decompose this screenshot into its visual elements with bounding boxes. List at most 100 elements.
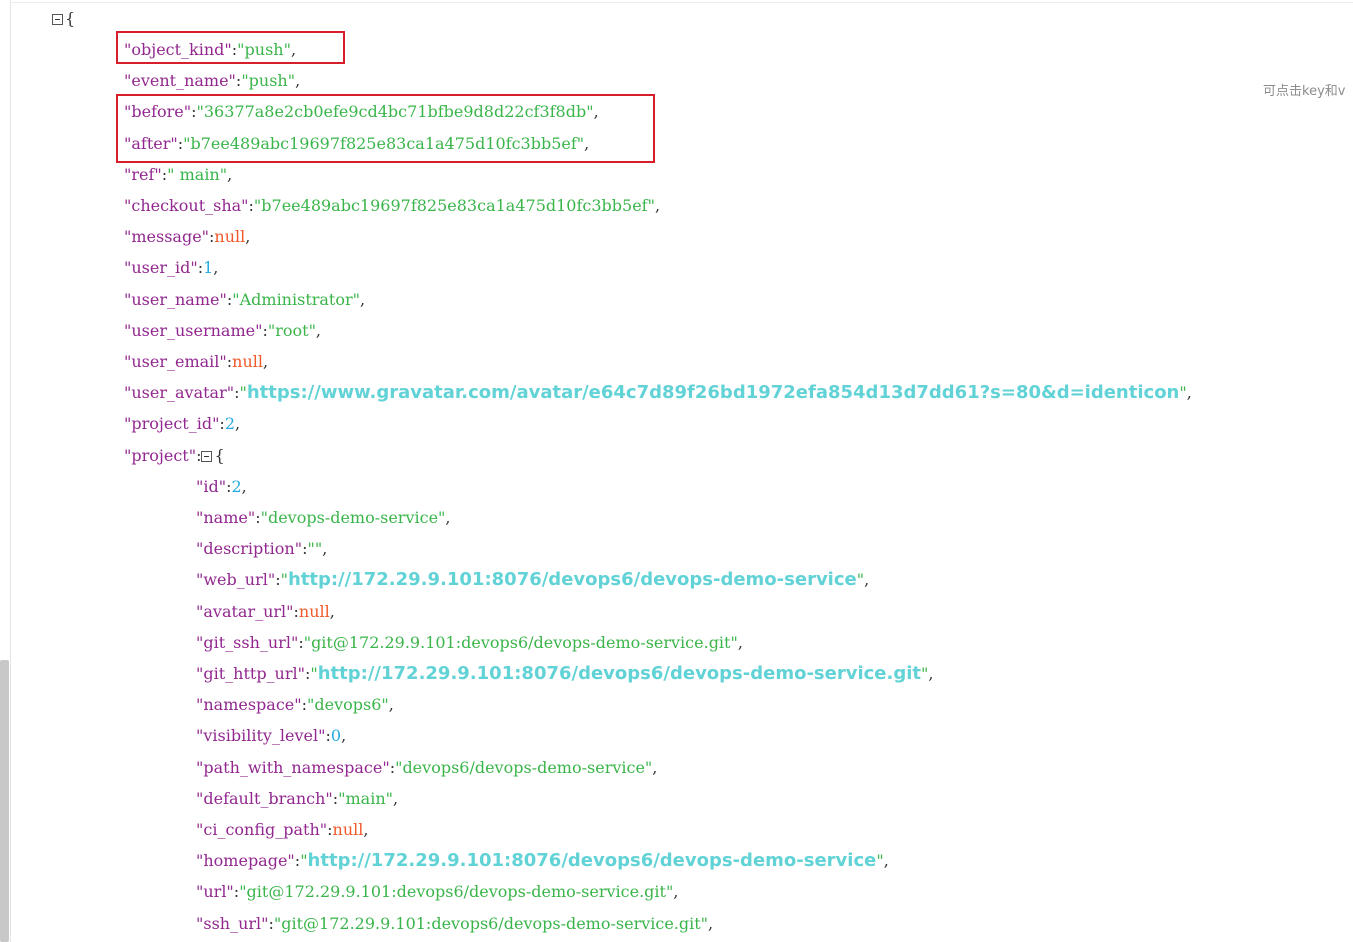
json-key[interactable]: "name" (196, 508, 255, 527)
comma: , (393, 789, 399, 808)
comma: , (263, 352, 269, 371)
json-key[interactable]: "path_with_namespace" (196, 758, 390, 777)
json-key[interactable]: "git_ssh_url" (196, 633, 298, 652)
json-field-line: "default_branch":"main", (196, 787, 398, 811)
json-key[interactable]: "user_email" (124, 352, 227, 371)
json-value[interactable]: 0 (331, 726, 341, 745)
json-key[interactable]: "user_avatar" (124, 383, 234, 402)
json-field-line: "user_name":"Administrator", (124, 288, 365, 312)
comma: , (360, 290, 366, 309)
json-key[interactable]: "ci_config_path" (196, 820, 327, 839)
json-value[interactable]: "devops6" (307, 695, 389, 714)
json-value[interactable]: "git@172.29.9.101:devops6/devops-demo-se… (304, 633, 738, 652)
json-value[interactable]: null (333, 820, 364, 839)
json-value[interactable]: null (214, 227, 245, 246)
comma: , (235, 414, 241, 433)
comma: , (241, 477, 247, 496)
json-value[interactable]: "push" (237, 40, 291, 59)
json-field-line: "user_email":null, (124, 350, 268, 374)
json-value[interactable]: 2 (231, 477, 241, 496)
comma: , (737, 633, 743, 652)
json-key[interactable]: "message" (124, 227, 209, 246)
json-key[interactable]: "web_url" (196, 570, 275, 589)
json-value[interactable]: "devops6/devops-demo-service" (395, 758, 652, 777)
json-key[interactable]: "project_id" (124, 414, 219, 433)
quote: " (310, 664, 318, 683)
json-field-line: "user_id":1, (124, 256, 218, 280)
comma: , (245, 227, 251, 246)
json-key[interactable]: "description" (196, 539, 302, 558)
json-key[interactable]: "project" (124, 446, 196, 465)
json-key[interactable]: "avatar_url" (196, 602, 294, 621)
quote: " (300, 851, 308, 870)
collapse-root-icon[interactable] (52, 14, 63, 25)
json-value[interactable]: "devops-demo-service" (261, 508, 446, 527)
json-key[interactable]: "ref" (124, 165, 162, 184)
comma: , (864, 570, 870, 589)
root-open-brace: { (65, 9, 76, 28)
json-value[interactable]: "git@172.29.9.101:devops6/devops-demo-se… (239, 882, 673, 901)
quote: " (856, 570, 865, 589)
json-key[interactable]: "ssh_url" (196, 914, 269, 933)
json-key[interactable]: "homepage" (196, 851, 295, 870)
json-value[interactable]: "push" (241, 71, 295, 90)
json-key[interactable]: "id" (196, 477, 226, 496)
json-value[interactable]: "" (307, 539, 322, 558)
json-value[interactable]: "main" (338, 789, 393, 808)
json-link-value[interactable]: http://172.29.9.101:8076/devops6/devops-… (318, 663, 921, 684)
json-field-line: "namespace":"devops6", (196, 693, 394, 717)
json-key[interactable]: "url" (196, 882, 234, 901)
json-field-line: "user_avatar":"https://www.gravatar.com/… (124, 381, 1192, 405)
quote: " (876, 851, 884, 870)
json-value[interactable]: null (232, 352, 263, 371)
comma: , (445, 508, 451, 527)
json-field-line: "event_name":"push", (124, 69, 300, 93)
collapse-project-icon[interactable] (201, 451, 213, 462)
json-value[interactable]: "b7ee489abc19697f825e83ca1a475d10fc3bb5e… (254, 196, 655, 215)
json-value[interactable]: "root" (268, 321, 316, 340)
panel-left-border (10, 0, 11, 942)
comma: , (290, 40, 297, 59)
json-key[interactable]: "user_name" (124, 290, 227, 309)
json-key[interactable]: "user_id" (124, 258, 198, 277)
json-link-value[interactable]: http://172.29.9.101:8076/devops6/devops-… (288, 569, 857, 590)
json-link-value[interactable]: http://172.29.9.101:8076/devops6/devops-… (308, 850, 877, 871)
json-key[interactable]: "object_kind" (124, 40, 232, 59)
json-value[interactable]: "b7ee489abc19697f825e83ca1a475d10fc3bb5e… (183, 134, 584, 153)
json-field-line: "checkout_sha":"b7ee489abc19697f825e83ca… (124, 194, 660, 218)
json-value[interactable]: 2 (225, 414, 235, 433)
comma: , (341, 726, 347, 745)
json-key[interactable]: "namespace" (196, 695, 302, 714)
json-field-line: "message":null, (124, 225, 250, 249)
json-value[interactable]: "git@172.29.9.101:devops6/devops-demo-se… (274, 914, 708, 933)
json-field-line: "description":"", (196, 537, 327, 561)
project-open-brace: { (214, 446, 225, 465)
json-key[interactable]: "before" (124, 102, 191, 121)
json-key[interactable]: "user_username" (124, 321, 262, 340)
json-key[interactable]: "checkout_sha" (124, 196, 249, 215)
scrollbar-thumb[interactable] (0, 660, 9, 942)
comma: , (227, 165, 233, 184)
json-field-line: "git_http_url":"http://172.29.9.101:8076… (196, 662, 933, 686)
json-value[interactable]: " main" (167, 165, 227, 184)
json-field-line: "web_url":"http://172.29.9.101:8076/devo… (196, 568, 869, 592)
json-key[interactable]: "git_http_url" (196, 664, 305, 683)
json-value[interactable]: "Administrator" (232, 290, 360, 309)
comma: , (315, 321, 322, 340)
json-value[interactable]: null (299, 602, 330, 621)
quote: " (1179, 383, 1187, 402)
json-key[interactable]: "default_branch" (196, 789, 333, 808)
json-value[interactable]: 1 (203, 258, 213, 277)
json-link-value[interactable]: https://www.gravatar.com/avatar/e64c7d89… (247, 382, 1180, 403)
json-key[interactable]: "after" (124, 134, 178, 153)
json-key[interactable]: "event_name" (124, 71, 236, 90)
comma: , (673, 882, 679, 901)
json-field-line: "project_id":2, (124, 412, 240, 436)
json-value[interactable]: "36377a8e2cb0efe9cd4bc71bfbe9d8d22cf3f8d… (197, 102, 594, 121)
comma: , (593, 102, 599, 121)
json-field-line: "path_with_namespace":"devops6/devops-de… (196, 756, 657, 780)
comma: , (322, 539, 328, 558)
quote: " (280, 570, 288, 589)
json-key[interactable]: "visibility_level" (196, 726, 325, 745)
json-field-line: "git_ssh_url":"git@172.29.9.101:devops6/… (196, 631, 743, 655)
